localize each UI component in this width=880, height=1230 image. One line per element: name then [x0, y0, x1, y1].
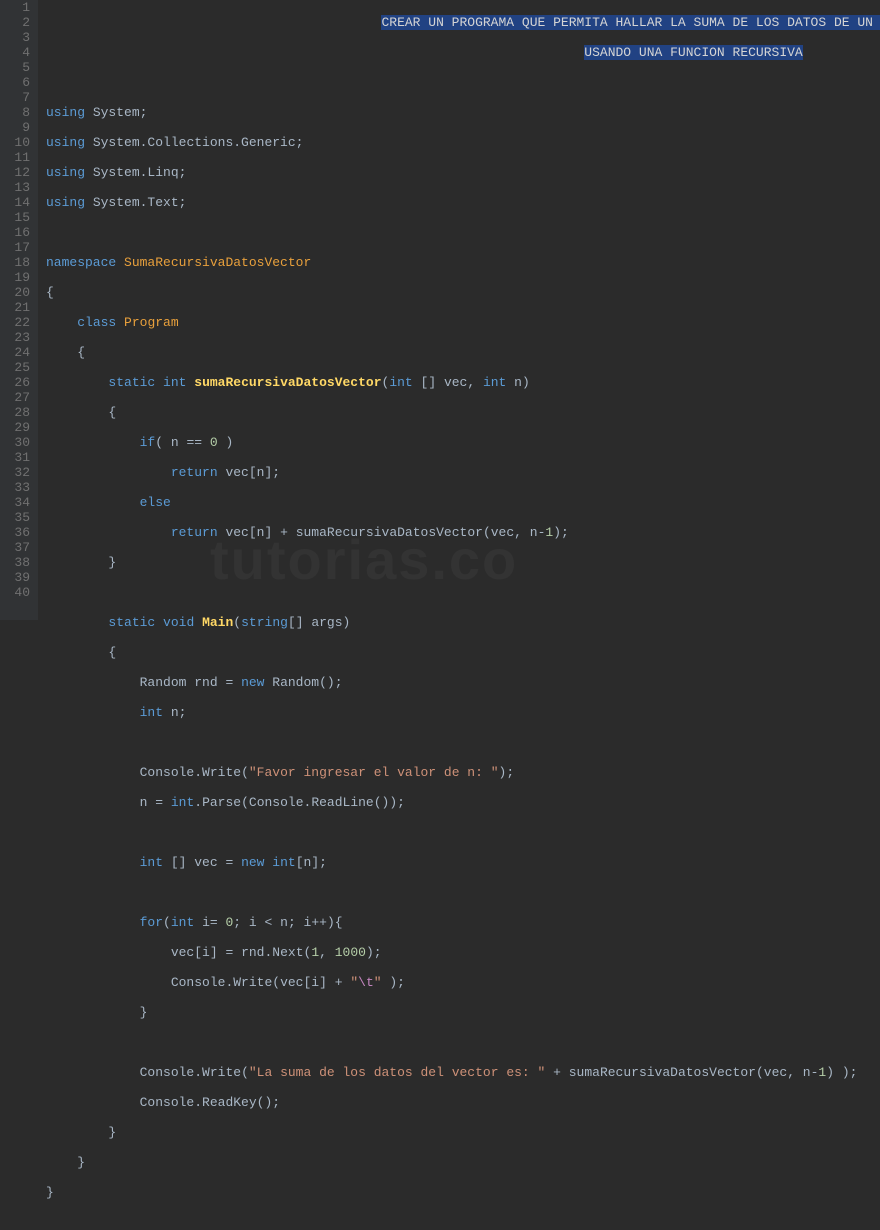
class-name: Program — [124, 315, 179, 330]
line-number: 11 — [12, 150, 30, 165]
selected-comment-2: USANDO UNA FUNCION RECURSIVA — [584, 45, 802, 60]
line-number: 10 — [12, 135, 30, 150]
string-prompt: "Favor ingresar el valor de n: " — [249, 765, 499, 780]
line-number: 4 — [12, 45, 30, 60]
line-number: 17 — [12, 240, 30, 255]
method-suma: sumaRecursivaDatosVector — [194, 375, 381, 390]
line-number: 33 — [12, 480, 30, 495]
line-number: 2 — [12, 15, 30, 30]
kw-class: class — [77, 315, 116, 330]
line-number: 24 — [12, 345, 30, 360]
line-number: 29 — [12, 420, 30, 435]
line-number: 21 — [12, 300, 30, 315]
ns-system: System — [93, 105, 140, 120]
line-number: 5 — [12, 60, 30, 75]
line-number: 40 — [12, 585, 30, 600]
line-number: 16 — [12, 225, 30, 240]
line-number: 15 — [12, 210, 30, 225]
line-number: 1 — [12, 0, 30, 15]
line-number: 36 — [12, 525, 30, 540]
line-number: 39 — [12, 570, 30, 585]
line-number: 35 — [12, 510, 30, 525]
line-number: 32 — [12, 465, 30, 480]
line-number-gutter: 1234567891011121314151617181920212223242… — [0, 0, 38, 620]
line-number: 9 — [12, 120, 30, 135]
line-number: 34 — [12, 495, 30, 510]
code-editor[interactable]: 1234567891011121314151617181920212223242… — [0, 0, 880, 620]
line-number: 28 — [12, 405, 30, 420]
line-number: 18 — [12, 255, 30, 270]
line-number: 25 — [12, 360, 30, 375]
line-number: 7 — [12, 90, 30, 105]
line-number: 6 — [12, 75, 30, 90]
kw-namespace: namespace — [46, 255, 116, 270]
code-area[interactable]: CREAR UN PROGRAMA QUE PERMITA HALLAR LA … — [38, 0, 880, 620]
line-number: 27 — [12, 390, 30, 405]
line-number: 30 — [12, 435, 30, 450]
line-number: 3 — [12, 30, 30, 45]
line-number: 23 — [12, 330, 30, 345]
line-number: 31 — [12, 450, 30, 465]
method-main: Main — [202, 615, 233, 630]
line-number: 38 — [12, 555, 30, 570]
selected-comment-1: CREAR UN PROGRAMA QUE PERMITA HALLAR LA … — [381, 15, 880, 30]
line-number: 37 — [12, 540, 30, 555]
line-number: 19 — [12, 270, 30, 285]
line-number: 26 — [12, 375, 30, 390]
line-number: 20 — [12, 285, 30, 300]
kw-using: using — [46, 105, 85, 120]
string-result: "La suma de los datos del vector es: " — [249, 1065, 545, 1080]
line-number: 12 — [12, 165, 30, 180]
line-number: 8 — [12, 105, 30, 120]
namespace-name: SumaRecursivaDatosVector — [124, 255, 311, 270]
line-number: 22 — [12, 315, 30, 330]
line-number: 13 — [12, 180, 30, 195]
line-number: 14 — [12, 195, 30, 210]
